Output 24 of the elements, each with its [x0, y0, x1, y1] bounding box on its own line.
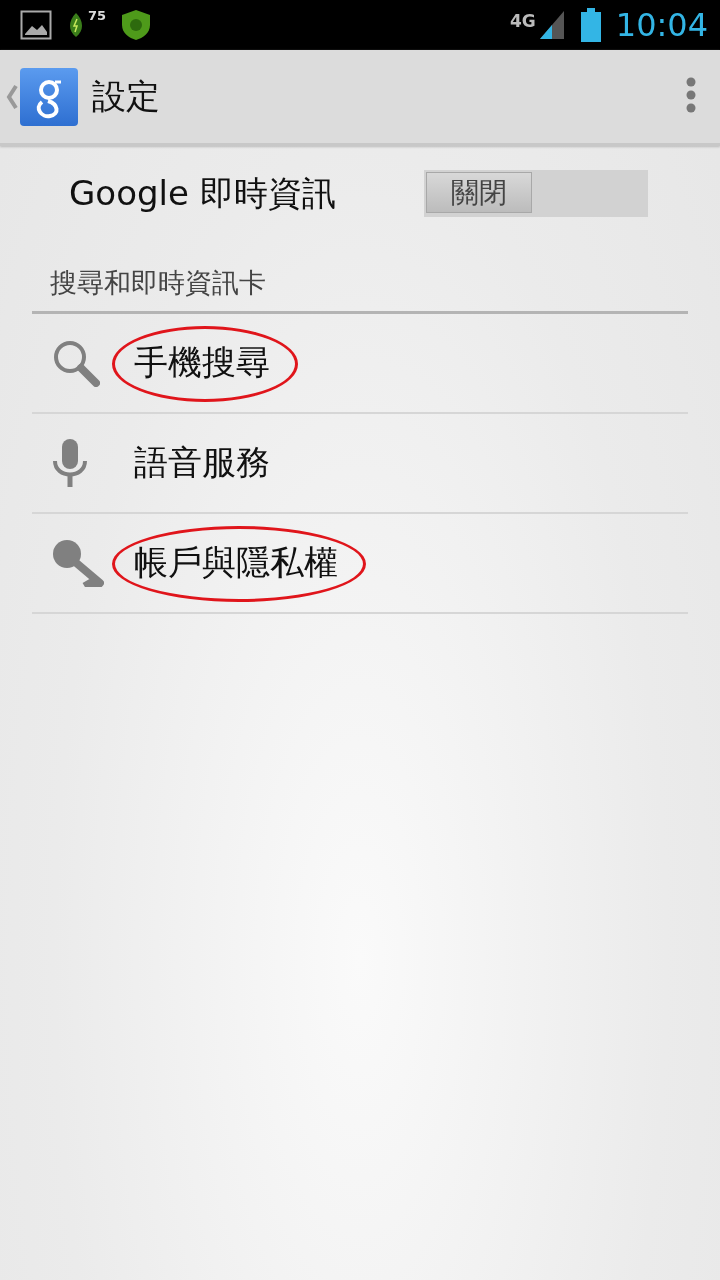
item-label: 手機搜尋 — [134, 342, 270, 382]
settings-item[interactable]: 手機搜尋 — [32, 314, 688, 414]
key-icon — [52, 539, 104, 587]
toggle-switch[interactable]: 關閉 — [424, 170, 648, 217]
clock-text: 10:04 — [615, 6, 708, 44]
setting-label: Google 即時資訊 — [69, 171, 336, 215]
settings-item[interactable]: 帳戶與隱私權 — [32, 514, 688, 614]
settings-item[interactable]: 語音服務 — [32, 414, 688, 514]
signal-icon — [537, 9, 566, 41]
picture-icon — [20, 10, 52, 40]
section-header: 搜尋和即時資訊卡 — [32, 265, 688, 314]
item-label: 帳戶與隱私權 — [134, 542, 338, 582]
screen-title: 設定 — [92, 74, 161, 118]
battery-level-text: 75 — [88, 8, 107, 23]
item-label: 語音服務 — [134, 442, 270, 482]
shield-icon — [120, 9, 153, 41]
back-button[interactable] — [6, 67, 78, 126]
caret-icon — [6, 83, 18, 110]
microphone-icon — [52, 439, 88, 487]
search-icon — [52, 339, 100, 387]
app-icon — [20, 67, 78, 126]
menu-icon — [686, 77, 696, 113]
network-type-text: 4G — [510, 11, 536, 31]
battery-icon — [579, 8, 602, 42]
